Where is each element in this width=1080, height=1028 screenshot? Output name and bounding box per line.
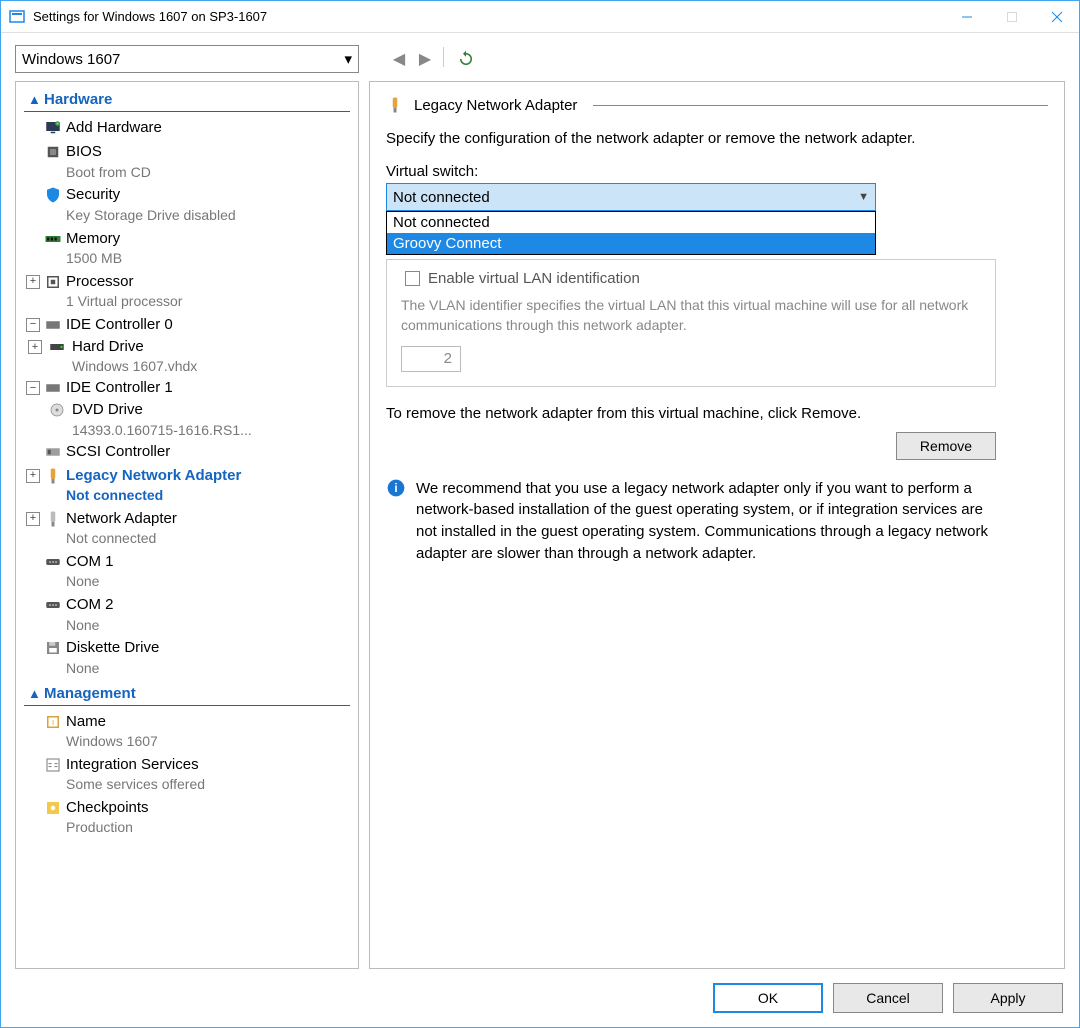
tree-legacy-network[interactable]: + Legacy Network AdapterNot connected [16, 464, 358, 507]
ok-button[interactable]: OK [713, 983, 823, 1013]
vm-selector[interactable]: Windows 1607 ▾ [15, 45, 359, 73]
tree-add-hardware[interactable]: + Add Hardware [16, 116, 358, 140]
network-icon [44, 510, 62, 528]
expand-icon[interactable]: + [26, 512, 40, 526]
services-icon [44, 756, 62, 774]
vlan-description: The VLAN identifier specifies the virtua… [401, 295, 981, 336]
titlebar: Settings for Windows 1607 on SP3-1607 [1, 1, 1079, 33]
collapse-icon: ▲ [28, 92, 44, 107]
disc-icon [48, 401, 66, 419]
tree-bios[interactable]: BIOSBoot from CD [16, 140, 358, 183]
tree-security[interactable]: SecurityKey Storage Drive disabled [16, 183, 358, 226]
scsi-icon [44, 443, 62, 461]
controller-icon [44, 316, 62, 334]
serial-icon [44, 553, 62, 571]
hdd-icon [48, 338, 66, 356]
monitor-icon: + [44, 119, 62, 137]
tree-scsi[interactable]: SCSI Controller [16, 440, 358, 464]
virtual-switch-combo[interactable]: Not connected ▼ Not connected Groovy Con… [386, 183, 876, 211]
detail-title: Legacy Network Adapter [414, 97, 577, 114]
vlan-checkbox[interactable] [405, 271, 420, 286]
tree-ide1[interactable]: − IDE Controller 1 [16, 376, 358, 400]
tag-icon: I [44, 713, 62, 731]
floppy-icon [44, 639, 62, 657]
header-divider [593, 105, 1048, 106]
tree-ide0[interactable]: − IDE Controller 0 [16, 313, 358, 337]
tree-processor[interactable]: + Processor1 Virtual processor [16, 270, 358, 313]
dialog-footer: OK Cancel Apply [15, 977, 1065, 1015]
shield-icon [44, 186, 62, 204]
tree-memory[interactable]: Memory1500 MB [16, 227, 358, 270]
tree-com1[interactable]: COM 1None [16, 550, 358, 593]
vm-selector-value: Windows 1607 [22, 51, 120, 68]
memory-icon [44, 230, 62, 248]
collapse-icon[interactable]: − [26, 318, 40, 332]
detail-intro: Specify the configuration of the network… [386, 128, 1048, 149]
close-button[interactable] [1034, 2, 1079, 32]
vlan-id-input[interactable] [401, 346, 461, 372]
expand-icon[interactable]: + [28, 340, 42, 354]
vlan-checkbox-label: Enable virtual LAN identification [428, 270, 640, 287]
titlebar-title: Settings for Windows 1607 on SP3-1607 [33, 9, 944, 24]
combo-value: Not connected [393, 189, 490, 206]
svg-text:i: i [394, 482, 397, 495]
tree-integration[interactable]: Integration ServicesSome services offere… [16, 753, 358, 796]
network-legacy-icon [386, 96, 404, 114]
tree-checkpoints[interactable]: CheckpointsProduction [16, 796, 358, 839]
svg-text:I: I [52, 718, 54, 727]
section-management[interactable]: ▲ Management [24, 682, 350, 706]
refresh-button[interactable] [454, 47, 478, 71]
chevron-down-icon: ▼ [858, 191, 869, 203]
cpu-icon [44, 273, 62, 291]
nav-forward-button[interactable]: ▶ [413, 47, 437, 71]
info-text: We recommend that you use a legacy netwo… [416, 478, 996, 565]
tree-diskette[interactable]: Diskette DriveNone [16, 636, 358, 679]
controller-icon [44, 379, 62, 397]
expand-icon[interactable]: + [26, 275, 40, 289]
chip-icon [44, 143, 62, 161]
tree-name[interactable]: I NameWindows 1607 [16, 710, 358, 753]
dropdown-option[interactable]: Not connected [387, 212, 875, 233]
app-icon [9, 9, 25, 25]
window-controls [944, 2, 1079, 32]
switch-label: Virtual switch: [386, 163, 1048, 180]
apply-button[interactable]: Apply [953, 983, 1063, 1013]
svg-text:+: + [56, 122, 58, 126]
vlan-group: Enable virtual LAN identification The VL… [386, 259, 996, 387]
cancel-button[interactable]: Cancel [833, 983, 943, 1013]
collapse-icon[interactable]: − [26, 381, 40, 395]
tree-network-adapter[interactable]: + Network AdapterNot connected [16, 507, 358, 550]
tree-com2[interactable]: COM 2None [16, 593, 358, 636]
maximize-button[interactable] [989, 2, 1034, 32]
info-icon: i [386, 478, 406, 498]
remove-text: To remove the network adapter from this … [386, 405, 1048, 422]
remove-button[interactable]: Remove [896, 432, 996, 460]
network-legacy-icon [44, 467, 62, 485]
settings-tree: ▲ Hardware + Add Hardware BIOSBoot from … [15, 81, 359, 969]
virtual-switch-dropdown: Not connected Groovy Connect [386, 211, 876, 255]
section-hardware[interactable]: ▲ Hardware [24, 88, 350, 112]
minimize-button[interactable] [944, 2, 989, 32]
tree-hard-drive[interactable]: + Hard DriveWindows 1607.vhdx [16, 337, 358, 376]
serial-icon [44, 596, 62, 614]
tree-dvd-drive[interactable]: DVD Drive14393.0.160715-1616.RS1... [16, 400, 358, 439]
detail-pane: Legacy Network Adapter Specify the confi… [369, 81, 1065, 969]
nav-back-button[interactable]: ◀ [387, 47, 411, 71]
chevron-down-icon: ▾ [344, 50, 352, 68]
expand-icon[interactable]: + [26, 469, 40, 483]
top-toolbar: Windows 1607 ▾ ◀ ▶ [15, 45, 1065, 73]
checkpoint-icon [44, 799, 62, 817]
dropdown-option[interactable]: Groovy Connect [387, 233, 875, 254]
collapse-icon: ▲ [28, 686, 44, 701]
toolbar-divider [443, 47, 444, 67]
